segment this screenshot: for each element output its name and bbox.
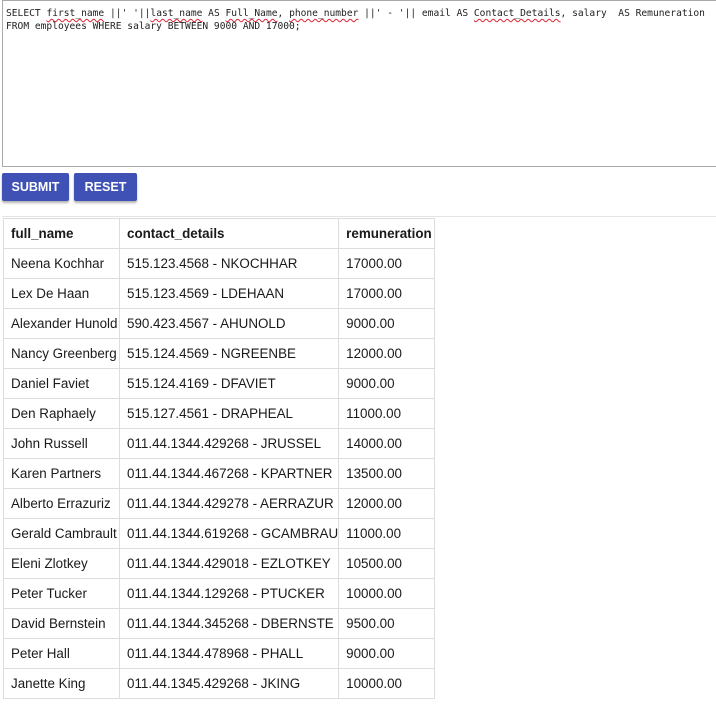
cell-full-name: John Russell (3, 428, 120, 459)
table-row: Lex De Haan 515.123.4569 - LDEHAAN 17000.0… (3, 278, 436, 309)
sql-token: ||' '|| (104, 8, 151, 19)
table-row: David Bernstein 011.44.1344.345268 - DBER… (3, 608, 436, 639)
cell-full-name: Peter Hall (3, 638, 120, 669)
results-table: full_name contact_details remuneration N… (3, 218, 436, 699)
table-row: John Russell 011.44.1344.429268 - JRUSSEL… (3, 428, 436, 459)
sql-token: AS (202, 8, 226, 19)
sql-token-misspelled: first_name (46, 8, 105, 19)
cell-remuneration: 10000.00 (338, 578, 436, 609)
divider (2, 216, 716, 217)
cell-remuneration: 14000.00 (338, 428, 436, 459)
cell-full-name: Lex De Haan (3, 278, 120, 309)
cell-full-name: Alberto Errazuriz (3, 488, 120, 519)
cell-contact-details: 011.44.1344.478968 - PHALL (118, 638, 340, 669)
sql-token-misspelled: Full_Name (225, 8, 278, 19)
table-row: Alexander Hunold 590.423.4567 - AHUNOLD 90… (3, 308, 436, 339)
cell-full-name: Janette King (3, 668, 120, 699)
cell-contact-details: 011.44.1344.429268 - JRUSSEL (118, 428, 340, 459)
cell-remuneration: 10000.00 (338, 668, 436, 699)
cell-remuneration: 11000.00 (338, 398, 436, 429)
cell-contact-details: 515.123.4569 - LDEHAAN (118, 278, 340, 309)
cell-full-name: Den Raphaely (3, 398, 120, 429)
cell-contact-details: 515.123.4568 - NKOCHHAR (118, 248, 340, 279)
sql-line-2: FROM employees WHERE salary BETWEEN 9000… (6, 21, 301, 32)
sql-token: , (277, 8, 290, 19)
table-row: Alberto Errazuriz 011.44.1344.429278 - AE… (3, 488, 436, 519)
sql-editor[interactable]: SELECT first_name ||' '||last_name AS Fu… (2, 0, 716, 167)
cell-contact-details: 515.127.4561 - DRAPHEAL (118, 398, 340, 429)
table-row: Gerald Cambrault 011.44.1344.619268 - GCA… (3, 518, 436, 549)
cell-remuneration: 17000.00 (338, 248, 436, 279)
cell-remuneration: 9000.00 (338, 308, 436, 339)
cell-full-name: Alexander Hunold (3, 308, 120, 339)
sql-token: , salary AS Remuneration (560, 8, 705, 19)
table-row: Eleni Zlotkey 011.44.1344.429018 - EZLOTK… (3, 548, 436, 579)
cell-contact-details: 590.423.4567 - AHUNOLD (118, 308, 340, 339)
cell-full-name: Eleni Zlotkey (3, 548, 120, 579)
table-row: Nancy Greenberg 515.124.4569 - NGREENBE 12… (3, 338, 436, 369)
cell-full-name: Peter Tucker (3, 578, 120, 609)
cell-full-name: David Bernstein (3, 608, 120, 639)
cell-full-name: Gerald Cambrault (3, 518, 120, 549)
cell-full-name: Karen Partners (3, 458, 120, 489)
table-row: Karen Partners 011.44.1344.467268 - KPART… (3, 458, 436, 489)
cell-contact-details: 011.44.1344.619268 - GCAMBRAU (118, 518, 340, 549)
cell-contact-details: 011.44.1345.429268 - JKING (118, 668, 340, 699)
cell-remuneration: 13500.00 (338, 458, 436, 489)
column-header-contact-details: contact_details (118, 218, 340, 249)
table-row: Peter Tucker 011.44.1344.129268 - PTUCKER… (3, 578, 436, 609)
column-header-remuneration: remuneration (338, 218, 436, 249)
column-header-full-name: full_name (3, 218, 120, 249)
cell-contact-details: 011.44.1344.467268 - KPARTNER (118, 458, 340, 489)
sql-token-misspelled: phone_number (289, 8, 359, 19)
cell-contact-details: 515.124.4569 - NGREENBE (118, 338, 340, 369)
cell-contact-details: 011.44.1344.345268 - DBERNSTE (118, 608, 340, 639)
table-row: Daniel Faviet 515.124.4169 - DFAVIET 9000.… (3, 368, 436, 399)
cell-full-name: Daniel Faviet (3, 368, 120, 399)
cell-contact-details: 011.44.1344.429278 - AERRAZUR (118, 488, 340, 519)
sql-token: SELECT (6, 8, 47, 19)
table-header-row: full_name contact_details remuneration (3, 218, 436, 249)
cell-remuneration: 11000.00 (338, 518, 436, 549)
table-row: Neena Kochhar 515.123.4568 - NKOCHHAR 1700… (3, 248, 436, 279)
cell-contact-details: 515.124.4169 - DFAVIET (118, 368, 340, 399)
cell-full-name: Nancy Greenberg (3, 338, 120, 369)
cell-remuneration: 17000.00 (338, 278, 436, 309)
cell-contact-details: 011.44.1344.429018 - EZLOTKEY (118, 548, 340, 579)
cell-full-name: Neena Kochhar (3, 248, 120, 279)
table-row: Peter Hall 011.44.1344.478968 - PHALL 9000… (3, 638, 436, 669)
sql-token: ||' - '|| email AS (358, 8, 474, 19)
cell-remuneration: 9000.00 (338, 638, 436, 669)
submit-button[interactable]: SUBMIT (2, 173, 69, 201)
cell-remuneration: 9000.00 (338, 368, 436, 399)
sql-line-1: SELECT first_name ||' '||last_name AS Fu… (6, 8, 705, 19)
sql-token-misspelled: last_name (150, 8, 203, 19)
cell-remuneration: 12000.00 (338, 338, 436, 369)
cell-remuneration: 12000.00 (338, 488, 436, 519)
cell-remuneration: 10500.00 (338, 548, 436, 579)
sql-token-misspelled: Contact_Details (473, 8, 561, 19)
reset-button[interactable]: RESET (74, 173, 137, 201)
table-row: Den Raphaely 515.127.4561 - DRAPHEAL 11000… (3, 398, 436, 429)
cell-remuneration: 9500.00 (338, 608, 436, 639)
table-row: Janette King 011.44.1345.429268 - JKING 10… (3, 668, 436, 699)
cell-contact-details: 011.44.1344.129268 - PTUCKER (118, 578, 340, 609)
